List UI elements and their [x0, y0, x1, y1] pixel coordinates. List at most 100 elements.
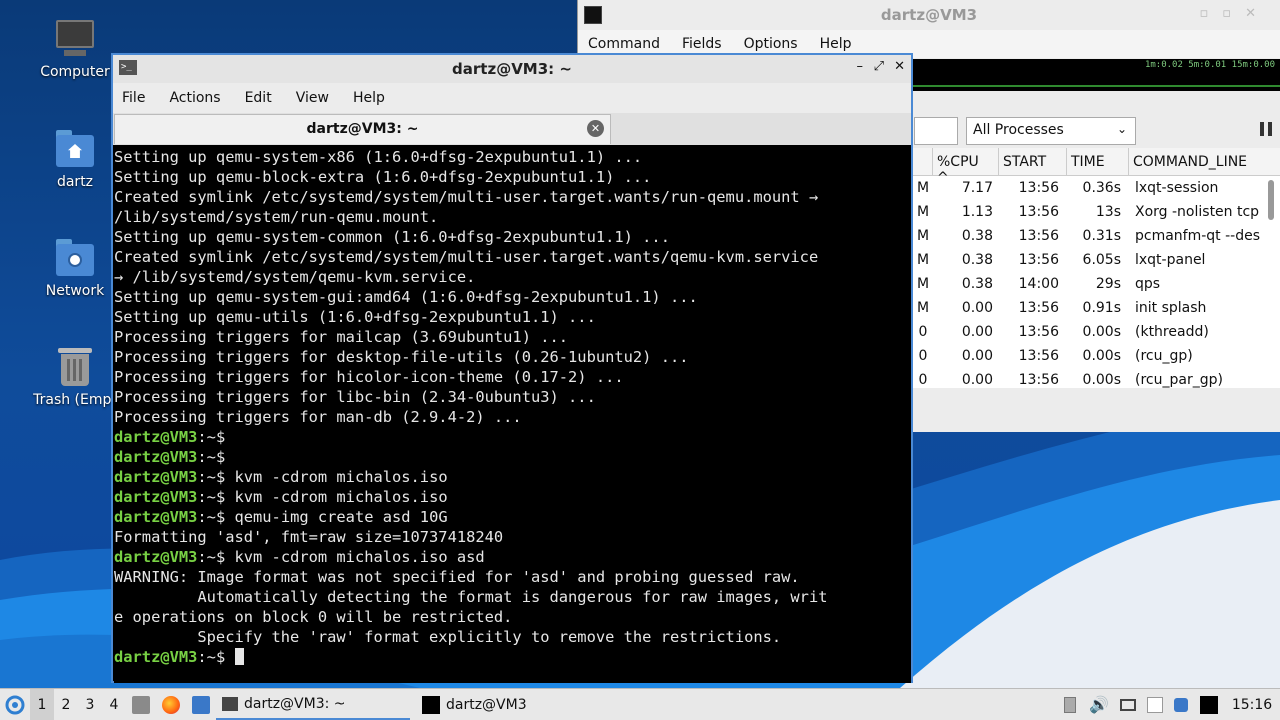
terminal-line-text: WARNING: Image format was not specified … [114, 568, 800, 586]
cell-mem: 0 [918, 348, 928, 364]
close-tab-icon[interactable]: ✕ [587, 120, 604, 137]
desktop-icon-trash[interactable]: Trash (Empt [30, 346, 120, 408]
terminal-command-line: dartz@VM3:~$ kvm -cdrom michalos.iso [114, 467, 911, 487]
process-table-scrollbar[interactable] [1268, 180, 1274, 220]
desktop-icon-computer[interactable]: Computer [30, 18, 120, 80]
table-row[interactable]: M 1.13 13:56 13s Xorg -nolisten tcp [913, 200, 1280, 224]
process-filter-select[interactable]: All Processes ⌄ [966, 117, 1136, 145]
qps-menu-fields[interactable]: Fields [682, 36, 722, 52]
terminal-menu-edit[interactable]: Edit [245, 90, 272, 106]
maximize-icon[interactable]: ⤢ [874, 59, 884, 74]
cell-cpu: 0.38 [961, 276, 993, 292]
minimize-icon[interactable]: – [857, 59, 864, 74]
terminal-window-title: dartz@VM3: ~ [452, 60, 572, 78]
qps-icon [422, 695, 440, 714]
tray-qps[interactable] [1194, 689, 1224, 720]
terminal-line-text: Setting up qemu-system-gui:amd64 (1:6.0+… [114, 288, 698, 306]
cell-time: 0.36s [1082, 180, 1121, 196]
terminal-line-text: Created symlink /etc/systemd/system/mult… [114, 248, 819, 266]
terminal-menu-actions[interactable]: Actions [169, 90, 220, 106]
terminal-output-line: Processing triggers for mailcap (3.69ubu… [114, 327, 911, 347]
tray-notes[interactable] [1142, 689, 1168, 720]
cell-time: 29s [1095, 276, 1121, 292]
taskbar: 1 2 3 4 dartz@VM3: ~ dartz@VM3 🔊 15:16 [0, 688, 1280, 720]
table-row[interactable]: M 7.17 13:56 0.36s lxqt-session [913, 176, 1280, 200]
qps-menu-help[interactable]: Help [820, 36, 852, 52]
tab-terminal[interactable]: dartz@VM3: ~ ✕ [114, 114, 611, 144]
cell-command: (rcu_gp) [1135, 348, 1193, 364]
column-header-cpu[interactable]: %CPU ^ [933, 148, 999, 186]
file-manager-launcher[interactable] [126, 689, 156, 720]
workspace-1[interactable]: 1 [30, 688, 54, 720]
terminal-line-text: kvm -cdrom michalos.iso [225, 488, 448, 506]
cell-time: 0.31s [1082, 228, 1121, 244]
terminal-output-line: Processing triggers for libc-bin (2.34-0… [114, 387, 911, 407]
terminal-output[interactable]: Setting up qemu-system-x86 (1:6.0+dfsg-2… [114, 147, 911, 683]
terminal-titlebar[interactable]: >_ dartz@VM3: ~ – ⤢ ✕ [113, 55, 911, 83]
computer-icon [54, 18, 96, 60]
table-row[interactable]: 0 0.00 13:56 0.00s (rcu_par_gp) [913, 368, 1280, 388]
column-header-time[interactable]: TIME [1067, 148, 1129, 175]
terminal-window: >_ dartz@VM3: ~ – ⤢ ✕ File Actions Edit … [111, 53, 913, 683]
search-input[interactable] [914, 117, 958, 145]
info-icon [1174, 697, 1188, 712]
taskbar-task-terminal[interactable]: dartz@VM3: ~ [216, 690, 410, 720]
cell-start: 13:56 [1018, 252, 1059, 268]
cell-cpu: 0.00 [961, 348, 993, 364]
network-folder-icon [54, 237, 96, 279]
cell-start: 13:56 [1018, 324, 1059, 340]
clipboard-icon [1064, 696, 1076, 713]
cell-start: 13:56 [1018, 300, 1059, 316]
terminal-output-line: e operations on block 0 will be restrict… [114, 607, 911, 627]
column-header-mem[interactable] [913, 148, 933, 175]
cell-time: 13s [1095, 204, 1121, 220]
lxqt-logo-icon [5, 695, 25, 714]
column-header-start[interactable]: START [999, 148, 1067, 175]
cell-cpu: 1.13 [961, 204, 993, 220]
qps-menu-command[interactable]: Command [588, 36, 660, 52]
table-row[interactable]: 0 0.00 13:56 0.00s (rcu_gp) [913, 344, 1280, 368]
close-icon[interactable]: ✕ [894, 59, 905, 74]
terminal-icon [222, 696, 238, 711]
terminal-menu-help[interactable]: Help [353, 90, 385, 106]
terminal-output-line: Setting up qemu-utils (1:6.0+dfsg-2expub… [114, 307, 911, 327]
desktop-icon-network[interactable]: Network [30, 237, 120, 299]
tray-clipboard[interactable] [1056, 689, 1084, 720]
table-row[interactable]: 0 0.00 13:56 0.00s (kthreadd) [913, 320, 1280, 344]
clock[interactable]: 15:16 [1224, 689, 1280, 720]
cell-time: 0.91s [1082, 300, 1121, 316]
qps-titlebar[interactable]: dartz@VM3 ▫▫✕ [578, 0, 1280, 30]
terminal-menu-view[interactable]: View [296, 90, 329, 106]
tray-updates[interactable] [1168, 689, 1194, 720]
workspace-3[interactable]: 3 [78, 689, 102, 720]
terminal-line-text [225, 648, 234, 666]
terminal-line-text: e operations on block 0 will be restrict… [114, 608, 513, 626]
firefox-launcher[interactable] [156, 689, 186, 720]
workspace-2[interactable]: 2 [54, 689, 78, 720]
terminal-line-text: kvm -cdrom michalos.iso asd [225, 548, 485, 566]
show-desktop-launcher[interactable] [186, 689, 216, 720]
cell-time: 0.00s [1082, 324, 1121, 340]
table-row[interactable]: M 0.38 13:56 0.31s pcmanfm-qt --des [913, 224, 1280, 248]
start-menu-button[interactable] [0, 689, 30, 720]
home-folder-icon [54, 128, 96, 170]
table-row[interactable]: M 0.38 14:00 29s qps [913, 272, 1280, 296]
taskbar-task-qps[interactable]: dartz@VM3 [416, 690, 616, 720]
shell-prompt: dartz@VM3 [114, 548, 198, 566]
qps-window-buttons[interactable]: ▫▫✕ [1199, 6, 1270, 21]
tray-network[interactable] [1114, 689, 1142, 720]
terminal-output-line: Processing triggers for desktop-file-uti… [114, 347, 911, 367]
terminal-line-text: Setting up qemu-utils (1:6.0+dfsg-2expub… [114, 308, 596, 326]
tray-volume[interactable]: 🔊 [1084, 689, 1114, 720]
table-row[interactable]: M 0.38 13:56 6.05s lxqt-panel [913, 248, 1280, 272]
desktop-icon-dartz[interactable]: dartz [30, 128, 120, 190]
column-header-command[interactable]: COMMAND_LINE [1129, 148, 1269, 175]
terminal-menu-file[interactable]: File [122, 90, 145, 106]
cell-cpu: 7.17 [961, 180, 993, 196]
qps-menu-options[interactable]: Options [744, 36, 798, 52]
cell-command: Xorg -nolisten tcp [1135, 204, 1260, 220]
pause-icon[interactable] [1260, 122, 1272, 136]
table-row[interactable]: M 0.00 13:56 0.91s init splash [913, 296, 1280, 320]
workspace-4[interactable]: 4 [102, 689, 126, 720]
cell-command: (kthreadd) [1135, 324, 1209, 340]
